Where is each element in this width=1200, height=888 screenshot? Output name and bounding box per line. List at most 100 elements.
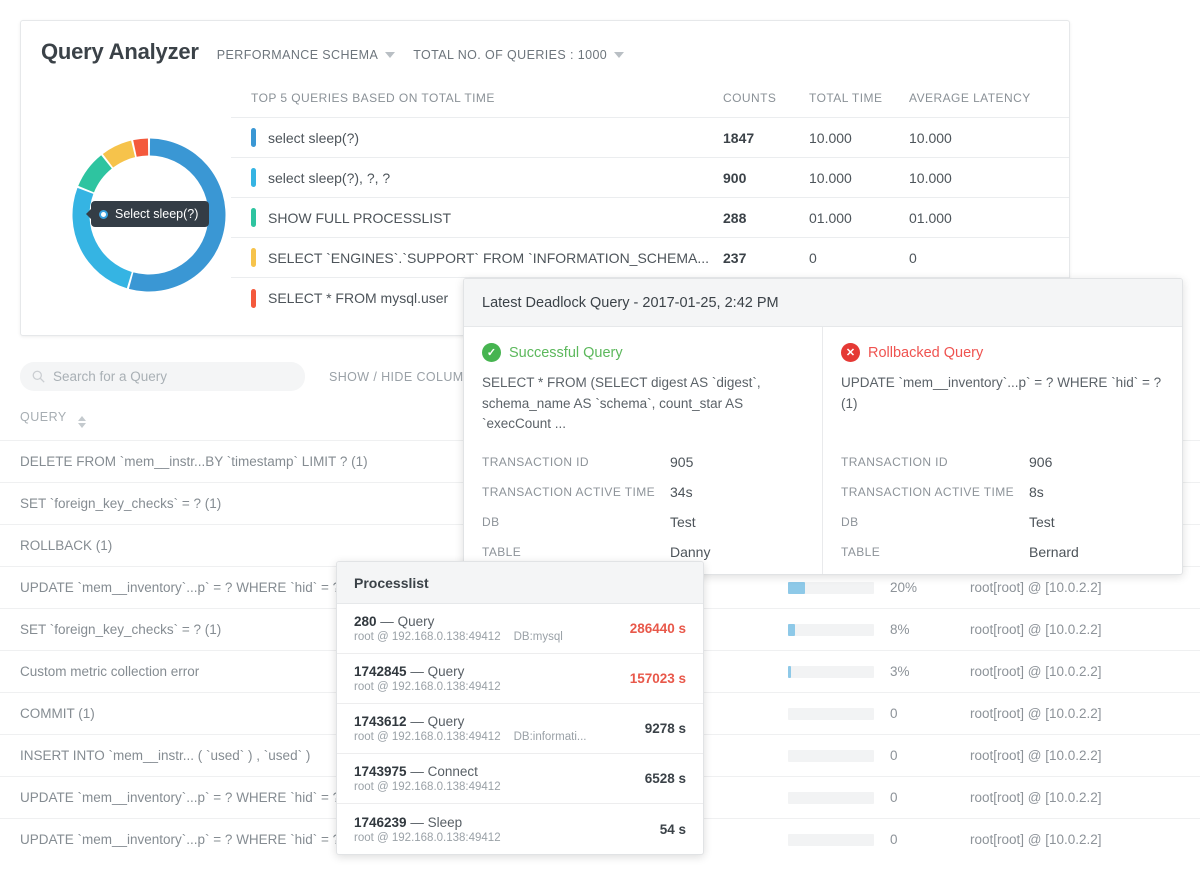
- top-query-counts: 1847: [723, 129, 755, 146]
- deadlock-panel-body: ✓ Successful Query SELECT * FROM (SELECT…: [464, 327, 1182, 574]
- process-user: root @ 192.168.0.138:49412: [354, 681, 501, 693]
- search-box[interactable]: [20, 362, 305, 391]
- top-query-label: select sleep(?): [268, 129, 360, 146]
- usage-percent: 0: [890, 790, 898, 805]
- process-id-command: 1742845 — Query: [354, 664, 465, 679]
- field-value: 34s: [670, 484, 693, 500]
- query-search-row: SHOW / HIDE COLUMNS: [20, 362, 482, 391]
- process-id-command: 1746239 — Sleep: [354, 814, 463, 830]
- table-row[interactable]: select sleep(?) 1847 10.000 10.000: [231, 118, 1069, 158]
- top-query-total-time: 10.000: [809, 169, 852, 186]
- usage-percent: 0: [890, 706, 898, 721]
- successful-query-label: Successful Query: [509, 344, 623, 361]
- rollbacked-query-label: Rollbacked Query: [868, 344, 984, 361]
- usage-bar: [788, 581, 890, 594]
- top-query-total-time: 01.000: [809, 209, 852, 226]
- query-host: root[root] @ [10.0.2.2]: [970, 664, 1102, 679]
- rollbacked-query-status: ✕ Rollbacked Query: [841, 343, 1164, 362]
- list-item[interactable]: 1743612 — Query root @ 192.168.0.138:4941…: [337, 704, 703, 754]
- list-item[interactable]: 280 — Query root @ 192.168.0.138:49412 DB:…: [337, 604, 703, 654]
- process-time: 54 s: [659, 821, 686, 837]
- top-query-average-latency: 0: [909, 249, 917, 266]
- top-query-counts: 288: [723, 209, 747, 226]
- usage-bar: [788, 833, 890, 846]
- schema-dropdown-label: PERFORMANCE SCHEMA: [216, 48, 379, 62]
- donut-segment-4[interactable]: [133, 138, 149, 157]
- field-key: TRANSACTION ID: [482, 455, 589, 469]
- field-value: 905: [670, 454, 694, 470]
- usage-bar: [788, 623, 890, 636]
- col-header-average-latency: AVERAGE LATENCY: [909, 91, 1031, 105]
- field-key: TRANSACTION ACTIVE TIME: [841, 485, 1014, 499]
- top-query-label: SELECT `ENGINES`.`SUPPORT` FROM `INFORMA…: [268, 249, 710, 266]
- field-value: 906: [1029, 454, 1053, 470]
- top-query-average-latency: 10.000: [909, 169, 952, 186]
- list-item[interactable]: 1746239 — Sleep root @ 192.168.0.138:4941…: [337, 804, 703, 854]
- color-swatch-icon: [251, 168, 256, 187]
- show-hide-columns-button[interactable]: SHOW / HIDE COLUMNS: [329, 370, 482, 384]
- field-key: DB: [482, 515, 500, 529]
- field-key: TRANSACTION ID: [841, 455, 948, 469]
- usage-bar: [788, 665, 890, 678]
- process-id-command: 1743975 — Connect: [354, 764, 478, 779]
- total-queries-dropdown-label: TOTAL NO. OF QUERIES : 1000: [413, 48, 608, 62]
- process-id-command: 1743612 — Query: [354, 714, 465, 729]
- process-user: root @ 192.168.0.138:49412: [354, 831, 501, 844]
- usage-bar: [788, 749, 890, 762]
- tooltip-marker-icon: [99, 209, 108, 219]
- rollbacked-field-row: TABLE Bernard: [841, 537, 1164, 567]
- rollbacked-field-row: TRANSACTION ID 906: [841, 447, 1164, 477]
- schema-dropdown[interactable]: PERFORMANCE SCHEMA: [216, 48, 396, 62]
- process-db: DB:mysql: [513, 631, 563, 643]
- top-query-label: SHOW FULL PROCESSLIST: [268, 209, 452, 226]
- top-query-counts: 237: [723, 249, 747, 266]
- table-row[interactable]: SELECT `ENGINES`.`SUPPORT` FROM `INFORMA…: [231, 238, 1069, 278]
- query-host: root[root] @ [10.0.2.2]: [970, 580, 1102, 595]
- top-query-total-time: 10.000: [809, 129, 852, 146]
- query-host: root[root] @ [10.0.2.2]: [970, 832, 1102, 847]
- color-swatch-icon: [251, 128, 256, 147]
- process-user: root @ 192.168.0.138:49412: [354, 631, 501, 643]
- top-query-counts: 900: [723, 169, 747, 186]
- table-row[interactable]: select sleep(?), ?, ? 900 10.000 10.000: [231, 158, 1069, 198]
- color-swatch-icon: [251, 248, 256, 267]
- donut-tooltip-label: Select sleep(?): [115, 207, 199, 221]
- successful-field-row: DB Test: [482, 507, 804, 537]
- table-row[interactable]: SHOW FULL PROCESSLIST 288 01.000 01.000: [231, 198, 1069, 238]
- processlist-title: Processlist: [337, 562, 703, 604]
- query-host: root[root] @ [10.0.2.2]: [970, 748, 1102, 763]
- rollbacked-field-row: DB Test: [841, 507, 1164, 537]
- usage-percent: 3%: [890, 664, 910, 679]
- process-user: root @ 192.168.0.138:49412: [354, 731, 501, 743]
- page-title: Query Analyzer: [41, 39, 199, 64]
- chevron-down-icon: [614, 52, 625, 58]
- usage-bar: [788, 707, 890, 720]
- usage-percent: 8%: [890, 622, 910, 637]
- col-header-counts: COUNTS: [723, 91, 777, 105]
- process-user: root @ 192.168.0.138:49412: [354, 781, 501, 793]
- deadlock-successful-column: ✓ Successful Query SELECT * FROM (SELECT…: [464, 327, 823, 574]
- field-value: Bernard: [1029, 544, 1079, 560]
- field-key: TRANSACTION ACTIVE TIME: [482, 485, 655, 499]
- latest-deadlock-query-panel: Latest Deadlock Query - 2017-01-25, 2:42…: [463, 278, 1183, 575]
- process-db: DB:informati...: [513, 731, 587, 743]
- query-distribution-donut-chart[interactable]: Select sleep(?): [63, 129, 235, 301]
- chevron-down-icon: [385, 52, 396, 58]
- col-header-total-time: TOTAL TIME: [809, 91, 883, 105]
- donut-segment-2[interactable]: [78, 155, 112, 193]
- list-item[interactable]: 1743975 — Connect root @ 192.168.0.138:49…: [337, 754, 703, 804]
- col-header-query-label: QUERY: [20, 410, 67, 424]
- process-time: 157023 s: [629, 671, 686, 686]
- total-queries-dropdown[interactable]: TOTAL NO. OF QUERIES : 1000: [413, 48, 625, 62]
- color-swatch-icon: [251, 288, 256, 308]
- rollbacked-field-row: TRANSACTION ACTIVE TIME 8s: [841, 477, 1164, 507]
- top-query-label: SELECT * FROM mysql.user: [268, 290, 449, 306]
- successful-query-sql: SELECT * FROM (SELECT digest AS `digest`…: [482, 375, 761, 432]
- col-header-query: TOP 5 QUERIES BASED ON TOTAL TIME: [251, 91, 495, 105]
- field-value: Test: [1029, 514, 1055, 530]
- search-input[interactable]: [53, 369, 293, 384]
- list-item[interactable]: 1742845 — Query root @ 192.168.0.138:4941…: [337, 654, 703, 704]
- deadlock-panel-title: Latest Deadlock Query - 2017-01-25, 2:42…: [464, 279, 1182, 327]
- query-host: root[root] @ [10.0.2.2]: [970, 622, 1102, 637]
- x-circle-icon: ✕: [841, 343, 860, 362]
